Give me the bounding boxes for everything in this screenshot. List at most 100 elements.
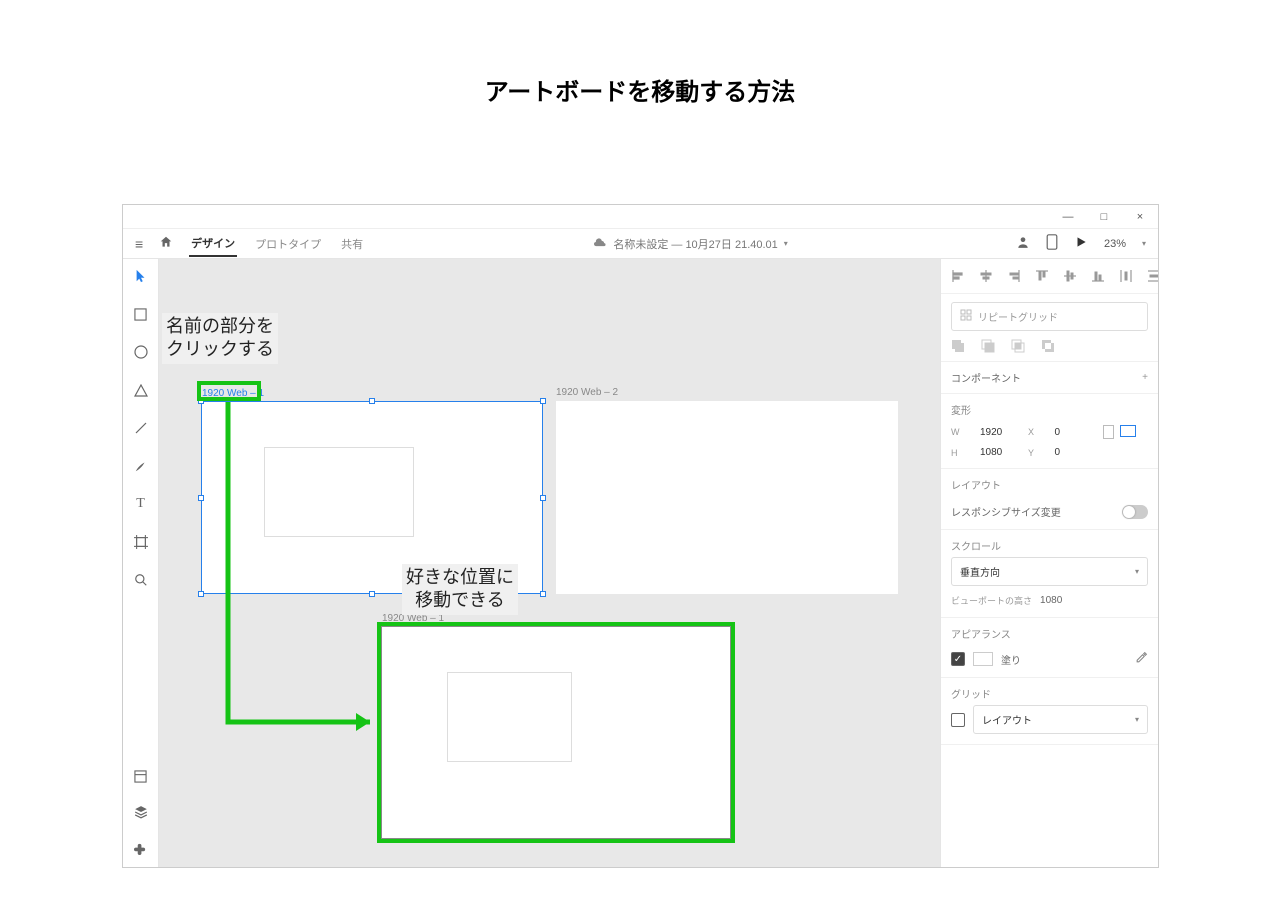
selection-handle-r[interactable] [540,495,546,501]
repeat-grid-label: リピートグリッド [978,309,1058,324]
canvas-area[interactable]: 1920 Web – 1 1920 Web – 2 1920 Web – 1 [159,259,940,867]
height-value[interactable]: 1080 [980,447,1020,458]
artboard-web-1-moved[interactable]: 1920 Web – 1 [381,626,731,839]
artboard-label[interactable]: 1920 Web – 1 [382,613,444,624]
line-tool[interactable] [130,417,152,439]
align-middle-v-icon[interactable] [1063,269,1077,283]
distribute-h-icon[interactable] [1119,269,1133,283]
layout-section-title: レイアウト [941,469,1158,496]
add-component-icon[interactable]: + [1142,372,1148,383]
height-label: H [951,448,972,458]
selection-handle-bl[interactable] [198,591,204,597]
repeat-grid-icon [960,309,972,324]
polygon-tool[interactable] [130,379,152,401]
text-tool[interactable]: T [130,493,152,515]
workspace: T 1920 Web – 1 [123,259,1158,867]
grid-section-title: グリッド [941,678,1158,705]
responsive-resize-toggle[interactable] [1122,505,1148,519]
rectangle-tool[interactable] [130,303,152,325]
bool-add-icon[interactable] [951,339,965,353]
select-tool[interactable] [130,265,152,287]
viewport-height-label: ビューポートの高さ [951,594,1032,607]
bool-intersect-icon[interactable] [1011,339,1025,353]
device-preview-icon[interactable] [1046,234,1058,253]
document-title-text: 名称未設定 — 10月27日 21.40.01 [613,236,777,252]
window-close-button[interactable]: × [1134,211,1146,223]
x-value[interactable]: 0 [1055,427,1095,438]
y-value[interactable]: 0 [1055,447,1095,458]
selection-handle-b[interactable] [369,591,375,597]
document-title[interactable]: 名称未設定 — 10月27日 21.40.01 ▾ [593,236,787,252]
eyedropper-icon[interactable] [1135,651,1148,667]
responsive-resize-label: レスポンシブサイズ変更 [951,504,1061,519]
artboard-label[interactable]: 1920 Web – 1 [202,388,264,399]
fill-color-swatch[interactable] [973,652,993,666]
selection-handle-tr[interactable] [540,398,546,404]
bool-subtract-icon[interactable] [981,339,995,353]
scroll-direction-value: 垂直方向 [960,564,1000,579]
hamburger-menu-icon[interactable]: ≡ [135,236,143,252]
window-minimize-button[interactable]: — [1062,211,1074,223]
chevron-down-icon: ▾ [1135,715,1139,724]
transform-section: W 1920 X 0 H 1080 Y 0 [941,421,1158,469]
plugins-panel-icon[interactable] [130,837,152,859]
repeat-grid-button[interactable]: リピートグリッド [951,302,1148,331]
bool-exclude-icon[interactable] [1041,339,1055,353]
grid-type-select[interactable]: レイアウト ▾ [973,705,1148,734]
grid-enable-checkbox[interactable] [951,713,965,727]
landscape-icon[interactable] [1120,425,1136,437]
tab-prototype[interactable]: プロトタイプ [253,232,323,256]
zoom-level[interactable]: 23% [1104,238,1126,250]
align-left-icon[interactable] [951,269,965,283]
artboard-inner-rect[interactable] [264,447,414,537]
selection-handle-tl[interactable] [198,398,204,404]
window-titlebar: — □ × [123,205,1158,229]
width-label: W [951,427,972,437]
left-toolbar: T [123,259,159,867]
top-bar: ≡ デザイン プロトタイプ 共有 名称未設定 — 10月27日 21.40.01… [123,229,1158,259]
ellipse-tool[interactable] [130,341,152,363]
transform-section-title: 変形 [941,394,1158,421]
user-icon[interactable] [1016,235,1030,252]
scroll-direction-select[interactable]: 垂直方向 ▾ [951,557,1148,586]
portrait-icon[interactable] [1103,425,1114,439]
layers-panel-icon[interactable] [130,801,152,823]
viewport-height-value[interactable]: 1080 [1040,595,1062,606]
component-label: コンポーネント [951,370,1021,385]
selection-handle-br[interactable] [540,591,546,597]
annotation-callout-click-name: 名前の部分を クリックする [162,313,278,364]
tab-design[interactable]: デザイン [189,231,237,257]
responsive-resize-row: レスポンシブサイズ変更 [941,496,1158,530]
chevron-down-icon[interactable]: ▾ [1142,239,1146,248]
tab-share[interactable]: 共有 [339,232,365,256]
window-maximize-button[interactable]: □ [1098,211,1110,223]
selection-handle-t[interactable] [369,398,375,404]
scroll-section-title: スクロール [941,530,1158,557]
assets-panel-icon[interactable] [130,765,152,787]
scroll-section: 垂直方向 ▾ ビューポートの高さ 1080 [941,557,1158,618]
pen-tool[interactable] [130,455,152,477]
chevron-down-icon: ▾ [784,239,788,248]
artboard-label[interactable]: 1920 Web – 2 [556,387,618,398]
artboard-web-2[interactable]: 1920 Web – 2 [556,401,898,594]
artboard-tool[interactable] [130,531,152,553]
fill-label: 塗り [1001,652,1021,667]
grid-type-value: レイアウト [982,712,1032,727]
align-center-h-icon[interactable] [979,269,993,283]
selection-handle-l[interactable] [198,495,204,501]
zoom-tool[interactable] [130,569,152,591]
align-top-icon[interactable] [1035,269,1049,283]
fill-enable-checkbox[interactable]: ✓ [951,652,965,666]
grid-section: レイアウト ▾ [941,705,1158,745]
appearance-section: ✓ 塗り [941,645,1158,678]
width-value[interactable]: 1920 [980,427,1020,438]
chevron-down-icon: ▾ [1135,567,1139,576]
distribute-v-icon[interactable] [1147,269,1158,283]
align-right-icon[interactable] [1007,269,1021,283]
component-section: コンポーネント + [941,362,1158,394]
desktop-preview-play-icon[interactable] [1074,235,1088,252]
artboard-web-1-selected[interactable]: 1920 Web – 1 [201,401,543,594]
artboard-inner-rect[interactable] [447,672,572,762]
home-icon[interactable] [159,235,173,252]
align-bottom-icon[interactable] [1091,269,1105,283]
